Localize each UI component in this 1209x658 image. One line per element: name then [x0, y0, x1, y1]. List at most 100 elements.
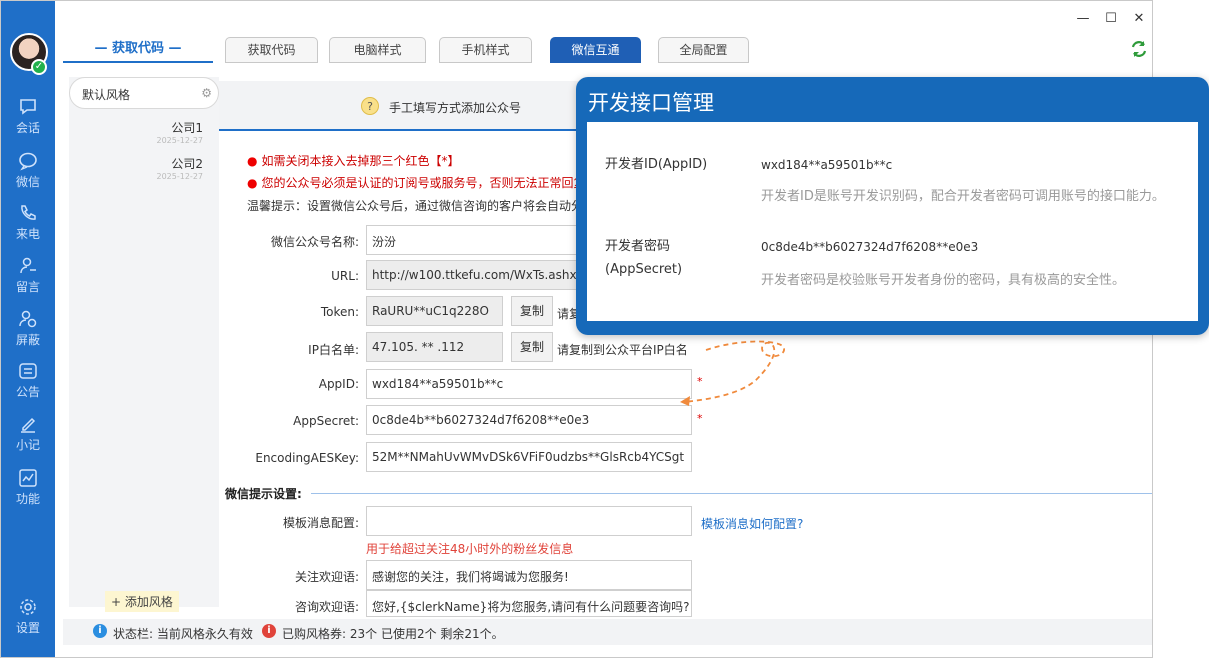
template-note: 用于给超过关注48小时外的粉丝发信息	[366, 542, 574, 556]
rail-label-phone: 来电	[15, 227, 40, 241]
online-check-icon: ✓	[31, 59, 47, 75]
style-default-label: 默认风格	[82, 88, 131, 102]
status-label: 状态栏: 当前风格永久有效	[113, 627, 253, 641]
copy-token-button[interactable]: 复制	[511, 296, 553, 326]
tab-wechat-sync[interactable]: 微信互通	[550, 37, 641, 63]
rail-item-settings[interactable]: 设置	[1, 597, 55, 636]
status-bar: i 状态栏: 当前风格永久有效 i 已购风格券: 23个 已使用2个 剩余21个…	[63, 619, 1152, 645]
appid-field[interactable]: wxd184**a59501b**c	[366, 369, 692, 399]
style-panel: — 获取代码 — 默认风格 ⚙ 公司1 2025-12-27 公司2 2025-…	[55, 1, 219, 657]
rail-item-wechat[interactable]: 微信	[1, 151, 55, 190]
question-icon: ?	[361, 97, 379, 115]
rail-item-block[interactable]: 屏蔽	[1, 309, 55, 348]
rail-item-features[interactable]: 功能	[1, 468, 55, 507]
gear-icon[interactable]: ⚙	[201, 86, 212, 100]
rail-label-announcement: 公告	[15, 385, 40, 399]
info-icon: i	[93, 624, 107, 638]
user-message-icon	[20, 257, 36, 274]
rail-label-notes: 小记	[15, 438, 40, 452]
follow-welcome-label: 关注欢迎语:	[294, 570, 359, 584]
company-date: 2025-12-27	[156, 136, 204, 145]
notice-1: ● 如需关闭本接入去掉那三个红色【*】	[247, 154, 460, 168]
dev-secret-value[interactable]: 0c8de4b**b6027324d7f6208**e0e3	[761, 240, 978, 254]
phone-icon	[21, 205, 36, 220]
dev-secret-desc: 开发者密码是校验账号开发者身份的密码，具有极高的安全性。	[761, 273, 1126, 288]
rail-label-message: 留言	[15, 280, 40, 294]
dev-card-body: 开发者ID(AppID) wxd184**a59501b**c 开发者ID是账号…	[587, 122, 1198, 321]
tab-mobile-style[interactable]: 手机样式	[439, 37, 532, 63]
block-user-icon	[19, 310, 37, 328]
company-name: 公司2	[171, 157, 203, 171]
token-field[interactable]: RaURU**uC1q228O	[366, 296, 503, 326]
rail-item-announcement[interactable]: 公告	[1, 361, 55, 400]
chart-icon	[19, 469, 37, 487]
pen-icon	[21, 417, 36, 433]
wechat-bubble-icon	[19, 152, 37, 171]
dev-interface-card: 开发接口管理 开发者ID(AppID) wxd184**a59501b**c 开…	[576, 77, 1209, 335]
coupon-status: 已购风格券: 23个 已使用2个 剩余21个。	[282, 627, 504, 641]
dev-secret-label: 开发者密码(AppSecret)	[605, 239, 683, 277]
tab-pc-style[interactable]: 电脑样式	[329, 37, 426, 63]
template-field[interactable]	[366, 506, 692, 536]
company-item[interactable]: 公司1 2025-12-27	[157, 119, 204, 145]
company-date: 2025-12-27	[156, 172, 204, 181]
ip-label: IP白名单:	[308, 343, 359, 357]
rail-label-settings: 设置	[15, 621, 40, 635]
dashed-arrow-icon	[680, 340, 785, 406]
appsecret-required-mark: *	[697, 412, 703, 425]
consult-welcome-field[interactable]: 您好,{$clerkName}将为您服务,请问有什么问题要咨询吗?	[366, 590, 692, 617]
tip-text: 温馨提示：设置微信公众号后，通过微信咨询的客户将会自动分	[247, 199, 584, 213]
tab-global-config[interactable]: 全局配置	[658, 37, 749, 63]
appsecret-field[interactable]: 0c8de4b**b6027324d7f6208**e0e3	[366, 405, 692, 435]
warning-icon: i	[262, 624, 276, 638]
minimize-button[interactable]: —	[1073, 11, 1093, 26]
name-label: 微信公众号名称:	[270, 235, 359, 249]
rail-item-message[interactable]: 留言	[1, 256, 55, 295]
company-name: 公司1	[171, 121, 203, 135]
appid-label: AppID:	[318, 377, 359, 391]
token-label: Token:	[320, 305, 359, 319]
template-label: 模板消息配置:	[282, 516, 359, 530]
notice-2-text: 您的公众号必须是认证的订阅号或服务号，否则无法正常回复	[261, 176, 586, 190]
gear-icon	[20, 599, 36, 615]
aes-label: EncodingAESKey:	[255, 451, 359, 465]
rail-item-chat[interactable]: 会话	[1, 97, 55, 136]
rail-item-phone[interactable]: 来电	[1, 203, 55, 242]
style-panel-title: — 获取代码 —	[94, 41, 182, 56]
ip-hint: 请复制到公众平台IP白名	[557, 343, 688, 357]
announcement-icon	[19, 363, 37, 379]
url-label: URL:	[331, 269, 359, 283]
company-item[interactable]: 公司2 2025-12-27	[157, 155, 204, 181]
dev-appid-value[interactable]: wxd184**a59501b**c	[761, 158, 892, 172]
notice-1-text: 如需关闭本接入去掉那三个红色【*】	[261, 154, 460, 168]
maximize-button[interactable]: ☐	[1101, 11, 1121, 26]
refresh-icon[interactable]	[1129, 39, 1149, 59]
tab-get-code[interactable]: 获取代码	[225, 37, 318, 63]
aes-field[interactable]: 52M**NMahUvWMvDSk6VFiF0udzbs**GlsRcb4YCS…	[366, 442, 692, 472]
style-item-default[interactable]: 默认风格 ⚙	[69, 77, 219, 109]
consult-welcome-label: 咨询欢迎语:	[294, 600, 359, 614]
chat-bubble-icon	[20, 99, 36, 115]
dev-appid-label: 开发者ID(AppID)	[605, 157, 708, 172]
rail-label-features: 功能	[15, 492, 40, 506]
style-title-underline	[63, 61, 213, 63]
dev-appid-desc: 开发者ID是账号开发识别码，配合开发者密码可调用账号的接口能力。	[761, 189, 1165, 204]
close-button[interactable]: ✕	[1129, 11, 1149, 26]
style-list: 默认风格 ⚙ 公司1 2025-12-27 公司2 2025-12-27	[69, 77, 219, 607]
notice-2: ● 您的公众号必须是认证的订阅号或服务号，否则无法正常回复	[247, 176, 586, 190]
add-style-button[interactable]: + 添加风格	[105, 591, 179, 612]
rail-label-block: 屏蔽	[15, 333, 40, 347]
left-rail: ✓ 会话 微信 来电 留言 屏蔽 公告 小记 功能 设置	[1, 1, 55, 657]
copy-ip-button[interactable]: 复制	[511, 332, 553, 362]
rail-item-notes[interactable]: 小记	[1, 414, 55, 453]
template-help-link[interactable]: 模板消息如何配置?	[701, 515, 803, 532]
appsecret-label: AppSecret:	[293, 414, 359, 428]
wechat-section-title: 微信提示设置:	[225, 487, 302, 501]
rail-label-wechat: 微信	[15, 175, 40, 189]
ip-field[interactable]: 47.105. ** .112	[366, 332, 503, 362]
help-text[interactable]: 手工填写方式添加公众号	[389, 99, 521, 116]
follow-welcome-field[interactable]: 感谢您的关注，我们将竭诚为您服务!	[366, 560, 692, 590]
section-divider	[311, 493, 1152, 494]
rail-label-chat: 会话	[15, 121, 40, 135]
dev-card-title: 开发接口管理	[588, 91, 714, 115]
